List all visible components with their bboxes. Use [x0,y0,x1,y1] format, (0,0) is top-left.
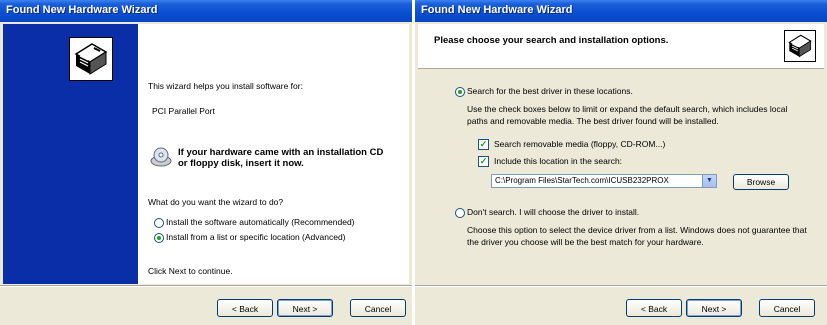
search-desc-line1: Use the check boxes below to limit or ex… [467,104,788,114]
dont-search-desc-line1: Choose this option to select the device … [467,225,807,235]
location-combobox[interactable]: C:\Program Files\StarTech.com\ICUSB232PR… [491,174,717,188]
cd-hint-line1: If your hardware came with an installati… [178,147,384,158]
radio-install-automatically[interactable] [154,218,164,228]
cd-icon [150,146,172,168]
radio-install-from-list[interactable] [154,233,164,243]
wizard-header: Please choose your search and installati… [418,24,824,69]
device-name: PCI Parallel Port [152,106,215,116]
wizard-content: This wizard helps you install software f… [138,24,409,284]
option-label-automatic[interactable]: Install the software automatically (Reco… [166,217,355,227]
next-button[interactable]: Next > [686,299,742,317]
location-path: C:\Program Files\StarTech.com\ICUSB232PR… [495,176,669,185]
checkbox-include-location[interactable]: ✓ [478,156,489,167]
checkbox-removable-media[interactable]: ✓ [478,139,489,150]
wizard-window-search-options: Found New Hardware Wizard Please choose … [415,0,827,325]
intro-text: This wizard helps you install software f… [148,81,303,91]
wizard-banner [3,24,138,284]
window-title: Found New Hardware Wizard [6,4,158,16]
divider [0,285,412,287]
divider [415,285,827,287]
back-button[interactable]: < Back [626,299,682,317]
search-desc-line2: paths and removable media. The best driv… [467,116,719,126]
dont-search-option-label[interactable]: Don't search. I will choose the driver t… [467,207,639,217]
title-bar[interactable]: Found New Hardware Wizard [415,0,827,22]
cd-hint-line2: or floppy disk, insert it now. [178,158,304,169]
wizard-window-welcome: Found New Hardware Wizard This wizard he… [0,0,412,325]
radio-dont-search[interactable] [455,208,465,218]
dont-search-desc-line2: the driver you choose will be the best m… [467,237,704,247]
browse-button[interactable]: Browse [733,174,789,190]
next-button[interactable]: Next > [277,299,333,317]
window-title: Found New Hardware Wizard [421,4,573,16]
footer-text: Click Next to continue. [148,266,233,276]
search-option-label[interactable]: Search for the best driver in these loca… [467,86,633,96]
cancel-button[interactable]: Cancel [350,299,406,317]
checkbox-label-removable-media[interactable]: Search removable media (floppy, CD-ROM..… [494,139,665,149]
hardware-wizard-icon [784,30,816,62]
option-label-advanced[interactable]: Install from a list or specific location… [166,232,346,242]
back-button[interactable]: < Back [217,299,273,317]
radio-search-best-driver[interactable] [455,87,465,97]
cancel-button[interactable]: Cancel [759,299,815,317]
checkbox-label-include-location[interactable]: Include this location in the search: [494,156,622,166]
hardware-wizard-icon [69,37,113,81]
title-bar[interactable]: Found New Hardware Wizard [0,0,412,22]
page-heading: Please choose your search and installati… [434,35,669,46]
question-text: What do you want the wizard to do? [148,197,284,207]
chevron-down-icon[interactable]: ▼ [702,175,716,187]
